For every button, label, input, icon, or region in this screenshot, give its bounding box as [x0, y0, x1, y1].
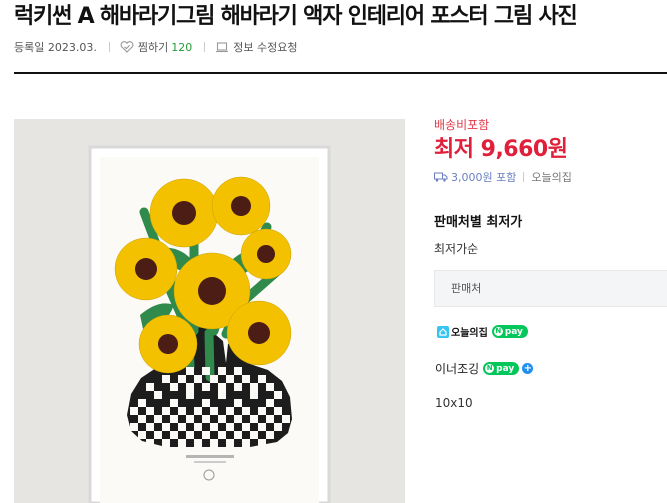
shipping-included-tag: 배송비포함: [434, 118, 490, 132]
seller-table-header: 판매처: [434, 270, 667, 307]
npay-badge: N pay: [491, 325, 528, 338]
store2-name: 이너조깅: [435, 362, 480, 376]
product-title: 럭키썬 A 해바라기그림 해바라기 액자 인테리어 포스터 그림 사진: [14, 4, 578, 29]
npay-label: pay: [496, 363, 515, 374]
npay-plus-icon: +: [522, 363, 534, 374]
heart-check-icon: [120, 41, 134, 53]
npay-badge: N pay: [483, 362, 520, 375]
naver-n-icon: N: [493, 327, 503, 336]
shipping-fee: 3,000원 포함: [451, 171, 517, 184]
naver-n-icon: N: [485, 364, 495, 373]
truck-icon: [434, 172, 448, 182]
divider: [204, 42, 206, 52]
shipping-info: 3,000원 포함 오늘의집: [434, 169, 667, 185]
divider: [523, 172, 525, 182]
registered-date: 등록일 2023.03.: [14, 41, 97, 54]
shipping-store: 오늘의집: [531, 171, 572, 184]
option-size: 10x10: [435, 396, 473, 410]
divider: [108, 42, 110, 52]
report-label: 정보 수정요청: [233, 41, 298, 54]
npay-label: pay: [504, 326, 523, 337]
sort-lowest-price[interactable]: 최저가순: [434, 240, 478, 257]
wish-button[interactable]: 찜하기 120: [120, 39, 192, 55]
product-image[interactable]: [14, 119, 405, 503]
title-divider: [14, 72, 667, 74]
product-meta: 등록일 2023.03. 찜하기 120 정보 수정요청: [14, 38, 297, 56]
seller-row-ohouse[interactable]: 오늘의집 N pay: [437, 324, 528, 339]
store1-name: 오늘의집: [451, 328, 488, 339]
price-summary: 배송비포함 최저 9,660원 3,000원 포함 오늘의집: [434, 117, 667, 185]
seller-section-title: 판매처별 최저가: [434, 215, 523, 230]
house-icon: [437, 325, 449, 338]
seller-row-innerjogging[interactable]: 이너조깅 N pay +: [435, 360, 534, 377]
sunflower-poster-illustration: [88, 145, 331, 503]
wish-label: 찜하기: [137, 41, 169, 54]
lowest-price: 최저 9,660원: [434, 137, 568, 162]
report-icon: [215, 41, 229, 53]
wish-count: 120: [171, 40, 193, 54]
report-button[interactable]: 정보 수정요청: [215, 39, 297, 55]
ohouse-store-logo: 오늘의집: [437, 324, 488, 339]
